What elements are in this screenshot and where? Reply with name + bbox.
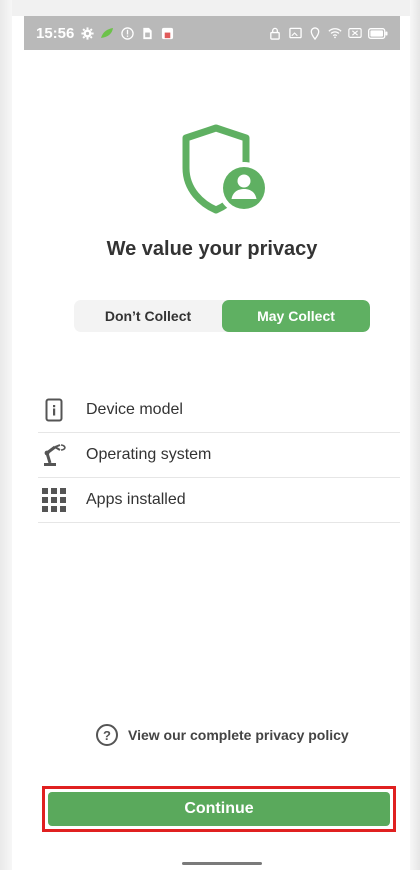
alert-icon [120, 26, 134, 40]
robot-arm-icon [38, 442, 70, 468]
lock-icon [268, 26, 282, 40]
cast-icon [288, 26, 302, 40]
shield-user-icon [178, 124, 272, 218]
sim-icon [140, 26, 154, 40]
list-item-apps-installed: Apps installed [38, 478, 400, 523]
list-item-label: Operating system [86, 446, 212, 463]
status-icons-right [268, 26, 388, 40]
no-sim-icon [348, 26, 362, 40]
collect-toggle: Don’t Collect May Collect [74, 300, 370, 332]
apps-grid-icon [38, 487, 70, 513]
phone-info-icon [38, 397, 70, 423]
list-item-label: Apps installed [86, 491, 186, 508]
location-icon [308, 26, 322, 40]
frame-left [0, 0, 12, 870]
list-item-label: Device model [86, 401, 183, 418]
status-icons-left [80, 26, 174, 40]
data-items-list: Device model Operating system Apps insta… [38, 388, 400, 523]
dont-collect-option[interactable]: Don’t Collect [74, 300, 222, 332]
continue-button-highlight: Continue [42, 786, 396, 832]
may-collect-option[interactable]: May Collect [222, 300, 370, 332]
leaf-icon [100, 26, 114, 40]
phone-screen: 15:56 We value your privacy Don’t Collec… [24, 16, 400, 870]
privacy-policy-label: View our complete privacy policy [128, 727, 349, 743]
frame-top [0, 0, 420, 16]
privacy-policy-link[interactable]: ? View our complete privacy policy [96, 724, 349, 746]
home-indicator[interactable] [182, 862, 262, 865]
gear-icon [80, 26, 94, 40]
battery-icon [368, 26, 388, 40]
app-icon [160, 26, 174, 40]
status-bar: 15:56 [24, 16, 400, 50]
help-circle-icon: ? [96, 724, 118, 746]
wifi-icon [328, 26, 342, 40]
list-item-operating-system: Operating system [38, 433, 400, 478]
status-time: 15:56 [36, 24, 75, 42]
page-title: We value your privacy [106, 238, 318, 260]
continue-button[interactable]: Continue [48, 792, 390, 826]
list-item-device-model: Device model [38, 388, 400, 433]
frame-right [410, 0, 420, 870]
